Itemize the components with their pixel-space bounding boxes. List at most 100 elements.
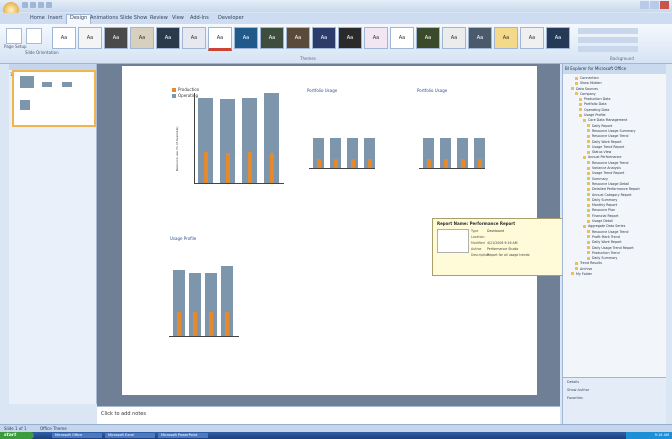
theme-3[interactable]: Aa (104, 27, 128, 49)
theme-name: Office Theme (40, 426, 67, 431)
theme-4[interactable]: Aa (130, 27, 154, 49)
start-button[interactable]: start (0, 432, 34, 439)
folder-icon (575, 267, 578, 271)
taskbar-item[interactable]: Microsoft PowerPoint (158, 433, 208, 438)
bar-production (367, 159, 372, 168)
theme-10[interactable]: Aa (286, 27, 310, 49)
tab-slide-show[interactable]: Slide Show (120, 15, 147, 21)
theme-5[interactable]: Aa (156, 27, 180, 49)
bar-production (316, 159, 321, 168)
effects-dropdown[interactable] (578, 46, 638, 52)
customize-icon[interactable] (46, 2, 52, 8)
page-setup-button[interactable] (6, 28, 22, 44)
save-icon[interactable] (22, 2, 28, 8)
tab-add-ins[interactable]: Add-Ins (190, 15, 209, 21)
theme-18[interactable]: Aa (494, 27, 518, 49)
folder-icon (587, 219, 590, 223)
slide-orientation-button[interactable] (26, 28, 42, 44)
notes-placeholder: Click to add notes (101, 411, 146, 417)
notes-pane[interactable]: Click to add notes (97, 406, 560, 425)
chart-title: Usage Profile (170, 236, 197, 241)
window-controls (640, 1, 669, 9)
themes-group-label: Themes (300, 56, 316, 61)
chart-title: Portfolio Usage (307, 88, 338, 93)
tab-view[interactable]: View (172, 15, 184, 21)
theme-7[interactable]: Aa (208, 27, 232, 51)
bar-production (426, 159, 431, 168)
folder-icon (583, 155, 586, 159)
taskbar-item[interactable]: Microsoft Excel (105, 433, 155, 438)
folder-icon (579, 108, 582, 112)
page-setup-label: Page Setup (4, 44, 27, 49)
tab-animations[interactable]: Animations (90, 15, 118, 21)
favorites-link[interactable]: Favorites (563, 394, 666, 402)
taskbar-item[interactable]: Microsoft Office (52, 433, 102, 438)
colors-dropdown[interactable] (578, 28, 638, 34)
tab-insert[interactable]: Insert (48, 15, 62, 21)
x-axis (419, 168, 485, 169)
portfolio-chart-2[interactable]: Portfolio Usage (417, 88, 487, 188)
folder-icon (575, 76, 578, 80)
tooltip-details: Type Dashboard Location Modified 4/21/2008… (471, 229, 530, 259)
bar-production (333, 159, 338, 168)
folder-icon (587, 246, 590, 249)
bar-production (193, 311, 197, 336)
maximize-button[interactable] (650, 1, 659, 9)
theme-15[interactable]: Aa (416, 27, 440, 49)
folder-icon (587, 145, 590, 149)
theme-9[interactable]: Aa (260, 27, 284, 49)
task-pane-title: BI Explorer for Microsoft Office (563, 64, 666, 74)
theme-17[interactable]: Aa (468, 27, 492, 49)
theme-11[interactable]: Aa (312, 27, 336, 49)
theme-2[interactable]: Aa (78, 27, 102, 49)
folder-icon (587, 129, 590, 133)
theme-8[interactable]: Aa (234, 27, 258, 49)
fonts-dropdown[interactable] (578, 37, 638, 43)
tab-home[interactable]: Home (30, 15, 45, 21)
tree-item[interactable]: My Folder (563, 272, 666, 277)
folder-icon (587, 177, 590, 181)
theme-office[interactable]: Aa (52, 27, 76, 49)
report-thumbnail (437, 229, 469, 253)
bar-production (460, 159, 465, 168)
slide-thumbnail-1[interactable] (12, 70, 96, 127)
theme-14[interactable]: Aa (390, 27, 414, 49)
bar-production (225, 153, 230, 183)
folder-icon (587, 214, 590, 218)
bar-production (225, 311, 229, 336)
ribbon: Page Setup Slide Orientation Aa Aa Aa Aa… (0, 24, 672, 64)
tab-review[interactable]: Review (150, 15, 168, 21)
tab-design[interactable]: Design (66, 14, 92, 24)
mini-chart (42, 82, 52, 87)
minimize-button[interactable] (640, 1, 649, 9)
close-button[interactable] (660, 1, 669, 9)
folder-icon (587, 171, 590, 175)
usage-profile-chart[interactable]: Usage Profile (167, 236, 242, 337)
folder-icon (587, 182, 590, 186)
redo-icon[interactable] (38, 2, 44, 8)
folder-icon (575, 81, 578, 85)
mini-chart (20, 100, 30, 110)
y-axis (194, 93, 195, 183)
portfolio-chart-1[interactable]: Portfolio Usage (307, 88, 377, 188)
folder-icon (587, 230, 590, 234)
legend-item-production: Production (172, 87, 199, 92)
show-author-link[interactable]: Show Author (563, 386, 666, 394)
folder-icon (587, 134, 590, 138)
theme-12[interactable]: Aa (338, 27, 362, 49)
folder-icon (583, 224, 586, 228)
undo-icon[interactable] (30, 2, 36, 8)
tab-developer[interactable]: Developer (218, 15, 244, 21)
theme-20[interactable]: Aa (546, 27, 570, 49)
main-chart[interactable]: Production Operating Resource use (% of … (172, 81, 302, 191)
theme-19[interactable]: Aa (520, 27, 544, 49)
slide-count: Slide 1 of 1 (4, 426, 27, 431)
x-axis (309, 168, 375, 169)
windows-taskbar: start Microsoft Office Microsoft Excel M… (0, 432, 672, 439)
theme-6[interactable]: Aa (182, 27, 206, 49)
theme-16[interactable]: Aa (442, 27, 466, 49)
tooltip-title: Report Name: Performance Report (437, 221, 516, 226)
details-link[interactable]: Details (563, 378, 666, 386)
folder-icon (571, 272, 574, 276)
theme-13[interactable]: Aa (364, 27, 388, 49)
